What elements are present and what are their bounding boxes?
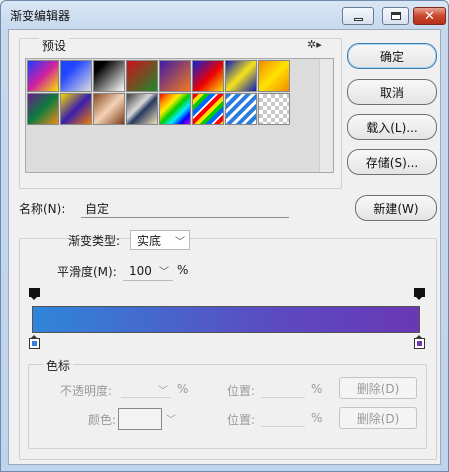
color-stops-label: 色标 [43, 357, 74, 374]
swatch-red-green[interactable] [126, 60, 158, 92]
chevron-down-icon: ﹀ [159, 267, 169, 278]
swatch-chrome[interactable] [126, 93, 158, 125]
color-stop-left[interactable] [29, 335, 40, 350]
chevron-down-icon: ﹀ [158, 386, 168, 397]
smoothness-label: 平滑度(M): [57, 265, 117, 279]
swatch-neutral-density[interactable] [258, 93, 290, 125]
color-label: 颜色: [88, 413, 117, 427]
maximize-icon [390, 12, 401, 20]
swatch-copper[interactable] [93, 93, 125, 125]
color-location-label: 位置: [227, 413, 256, 427]
swatch-blue-yellow-blue[interactable] [225, 60, 257, 92]
smoothness-value: 100 [129, 263, 152, 278]
delete-color-stop-button[interactable]: 删除(D) [339, 407, 417, 429]
minimize-icon [353, 17, 363, 21]
name-input[interactable]: 自定 [81, 198, 289, 218]
stop-color-swatch[interactable] [118, 408, 162, 430]
opacity-location-input[interactable] [261, 380, 305, 398]
presets-label: 预设 [39, 37, 70, 54]
smoothness-unit: % [177, 263, 189, 277]
chevron-down-icon: ﹀ [175, 237, 185, 248]
cancel-button[interactable]: 取消 [347, 79, 437, 105]
color-location-unit: % [311, 411, 323, 425]
swatch-blue-transparent[interactable] [60, 60, 92, 92]
gradient-preview-bar[interactable] [32, 306, 420, 333]
window-title: 渐变编辑器 [10, 9, 71, 23]
gradient-type-value: 实底 [137, 233, 162, 248]
swatch-blue-red-yellow-2[interactable] [192, 60, 224, 92]
opacity-stop-left[interactable] [29, 288, 40, 300]
chevron-down-icon: ﹀ [166, 415, 176, 426]
swatch-blue-red-yellow[interactable] [27, 60, 59, 92]
new-button[interactable]: 新建(W) [355, 195, 437, 221]
swatch-violet-green-orange[interactable] [27, 93, 59, 125]
presets-swatch-panel [25, 58, 334, 173]
title-bar[interactable]: 渐变编辑器 ✕ [1, 1, 448, 29]
swatch-yellow-violet-orange[interactable] [60, 93, 92, 125]
ok-button[interactable]: 确定 [347, 43, 437, 69]
close-icon: ✕ [424, 8, 435, 24]
color-stop-right[interactable] [414, 335, 425, 350]
presets-scrollbar[interactable] [319, 59, 333, 172]
delete-opacity-stop-button[interactable]: 删除(D) [339, 377, 417, 399]
opacity-location-unit: % [311, 382, 323, 396]
gradient-type-label: 渐变类型: [68, 234, 121, 248]
dialog-body: 预设 ✲▸ 确定 取消 载入(L)... 存储(S)... 名称(N): 自定 … [8, 29, 441, 465]
load-button[interactable]: 载入(L)... [347, 114, 437, 140]
opacity-location-label: 位置: [227, 384, 256, 398]
maximize-button[interactable] [382, 7, 409, 25]
save-button[interactable]: 存储(S)... [347, 149, 437, 175]
swatch-spectrum[interactable] [159, 93, 191, 125]
gradient-editor-window: 渐变编辑器 ✕ 预设 ✲▸ 确定 取消 载入(L)... 存储(S)... 名称… [0, 0, 449, 472]
swatch-black-white[interactable] [93, 60, 125, 92]
color-stop-right-swatch [417, 341, 422, 346]
opacity-label: 不透明度: [60, 384, 113, 398]
swatch-transparent-rainbow[interactable] [192, 93, 224, 125]
swatch-violet-orange[interactable] [159, 60, 191, 92]
opacity-stop-right[interactable] [414, 288, 425, 300]
close-button[interactable]: ✕ [413, 7, 446, 25]
name-label: 名称(N): [19, 202, 66, 216]
opacity-unit: % [177, 382, 189, 396]
smoothness-input[interactable]: 100 ﹀ [123, 261, 173, 281]
presets-gear-icon[interactable]: ✲▸ [307, 38, 322, 51]
swatch-orange-yellow[interactable] [258, 60, 290, 92]
color-stop-left-swatch [32, 341, 37, 346]
color-location-input[interactable] [261, 409, 305, 427]
gradient-type-select[interactable]: 实底 ﹀ [130, 230, 190, 250]
minimize-button[interactable] [342, 7, 374, 25]
swatch-transparent-stripes[interactable] [225, 93, 257, 125]
